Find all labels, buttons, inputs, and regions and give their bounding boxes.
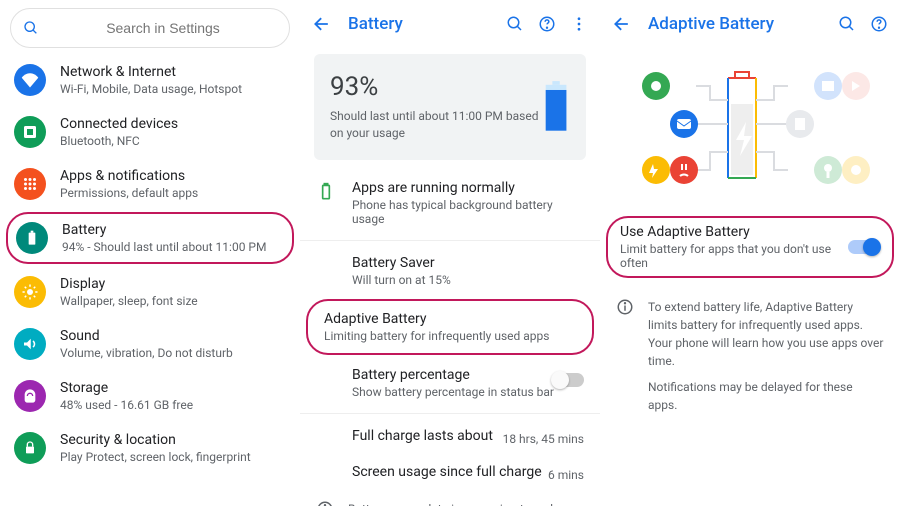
battery-row-apps-are-running-normally[interactable]: Apps are running normally Phone has typic…	[300, 170, 600, 236]
item-icon	[14, 380, 46, 412]
row-title: Battery percentage	[352, 367, 584, 383]
battery-row-adaptive-battery[interactable]: Adaptive Battery Limiting battery for inf…	[306, 299, 594, 355]
row-sub: Limiting battery for infrequently used a…	[324, 329, 576, 343]
row-toggle[interactable]	[552, 373, 584, 387]
adaptive-illustration	[600, 48, 900, 214]
item-title: Network & Internet	[60, 64, 286, 80]
item-sub: Play Protect, screen lock, fingerprint	[60, 450, 286, 464]
note-2: Notifications may be delayed for these a…	[648, 378, 884, 414]
battery-summary-card: 93% Should last until about 11:00 PM bas…	[314, 54, 586, 160]
item-icon	[14, 432, 46, 464]
search-input[interactable]	[49, 20, 277, 36]
row-sub: Phone has typical background battery usa…	[352, 198, 584, 226]
back-icon[interactable]	[612, 14, 632, 34]
settings-panel: Network & Internet Wi-Fi, Mobile, Data us…	[0, 0, 300, 506]
toggle-title: Use Adaptive Battery	[620, 224, 848, 240]
search-icon[interactable]	[506, 15, 524, 33]
search-bar[interactable]	[10, 8, 290, 48]
item-title: Battery	[62, 222, 284, 238]
search-icon	[23, 20, 39, 36]
row-value: 18 hrs, 45 mins	[503, 432, 584, 446]
battery-percent: 93%	[330, 72, 542, 102]
adaptive-note: To extend battery life, Adaptive Battery…	[600, 288, 900, 432]
settings-item-network-internet[interactable]: Network & Internet Wi-Fi, Mobile, Data us…	[0, 54, 300, 106]
help-icon[interactable]	[538, 15, 556, 33]
adaptive-topbar: Adaptive Battery	[600, 0, 900, 48]
item-sub: Bluetooth, NFC	[60, 134, 286, 148]
battery-row-screen-usage-since-full-charge[interactable]: Screen usage since full charge6 mins	[300, 454, 600, 490]
page-title: Adaptive Battery	[648, 14, 838, 34]
item-sub: 94% - Should last until about 11:00 PM	[62, 240, 284, 254]
settings-item-apps-notifications[interactable]: Apps & notifications Permissions, default…	[0, 158, 300, 210]
adaptive-toggle-row[interactable]: Use Adaptive Battery Limit battery for a…	[606, 216, 894, 278]
item-sub: Volume, vibration, Do not disturb	[60, 346, 286, 360]
info-icon	[616, 298, 634, 316]
item-sub: Permissions, default apps	[60, 186, 286, 200]
footer-text: Battery usage data is approximate and ca…	[348, 500, 584, 506]
item-icon	[16, 222, 48, 254]
page-title: Battery	[348, 14, 506, 34]
row-title: Adaptive Battery	[324, 311, 576, 327]
help-icon[interactable]	[870, 15, 888, 33]
more-icon[interactable]	[570, 15, 588, 33]
row-value: 6 mins	[548, 468, 584, 482]
item-icon	[14, 116, 46, 148]
settings-item-display[interactable]: Display Wallpaper, sleep, font size	[0, 266, 300, 318]
row-sub: Will turn on at 15%	[352, 273, 584, 287]
item-sub: Wallpaper, sleep, font size	[60, 294, 286, 308]
battery-ok-icon	[316, 182, 336, 202]
row-title: Apps are running normally	[352, 180, 584, 196]
item-sub: Wi-Fi, Mobile, Data usage, Hotspot	[60, 82, 286, 96]
item-title: Display	[60, 276, 286, 292]
back-icon[interactable]	[312, 14, 332, 34]
note-1: To extend battery life, Adaptive Battery…	[648, 298, 884, 370]
battery-row-battery-percentage[interactable]: Battery percentage Show battery percentag…	[300, 357, 600, 409]
battery-panel: Battery 93% Should last until about 11:0…	[300, 0, 600, 506]
adaptive-toggle[interactable]	[848, 240, 880, 254]
item-icon	[14, 168, 46, 200]
settings-item-battery[interactable]: Battery 94% - Should last until about 11:…	[6, 212, 294, 264]
item-icon	[14, 276, 46, 308]
item-title: Connected devices	[60, 116, 286, 132]
settings-item-security-location[interactable]: Security & location Play Protect, screen …	[0, 422, 300, 474]
settings-item-storage[interactable]: Storage 48% used - 16.61 GB free	[0, 370, 300, 422]
battery-estimate: Should last until about 11:00 PM based o…	[330, 108, 542, 142]
row-sub: Show battery percentage in status bar	[352, 385, 584, 399]
adaptive-battery-panel: Adaptive Battery	[600, 0, 900, 506]
settings-item-connected-devices[interactable]: Connected devices Bluetooth, NFC	[0, 106, 300, 158]
item-icon	[14, 328, 46, 360]
battery-icon	[542, 72, 570, 142]
item-title: Apps & notifications	[60, 168, 286, 184]
item-title: Storage	[60, 380, 286, 396]
search-icon[interactable]	[838, 15, 856, 33]
item-sub: 48% used - 16.61 GB free	[60, 398, 286, 412]
battery-row-battery-saver[interactable]: Battery Saver Will turn on at 15%	[300, 245, 600, 297]
battery-topbar: Battery	[300, 0, 600, 48]
battery-row-full-charge-lasts-about[interactable]: Full charge lasts about18 hrs, 45 mins	[300, 418, 600, 454]
item-title: Security & location	[60, 432, 286, 448]
item-title: Sound	[60, 328, 286, 344]
info-icon	[316, 500, 334, 506]
footer-note: Battery usage data is approximate and ca…	[300, 490, 600, 506]
row-title: Battery Saver	[352, 255, 584, 271]
settings-item-sound[interactable]: Sound Volume, vibration, Do not disturb	[0, 318, 300, 370]
item-icon	[14, 64, 46, 96]
toggle-sub: Limit battery for apps that you don't us…	[620, 242, 848, 270]
